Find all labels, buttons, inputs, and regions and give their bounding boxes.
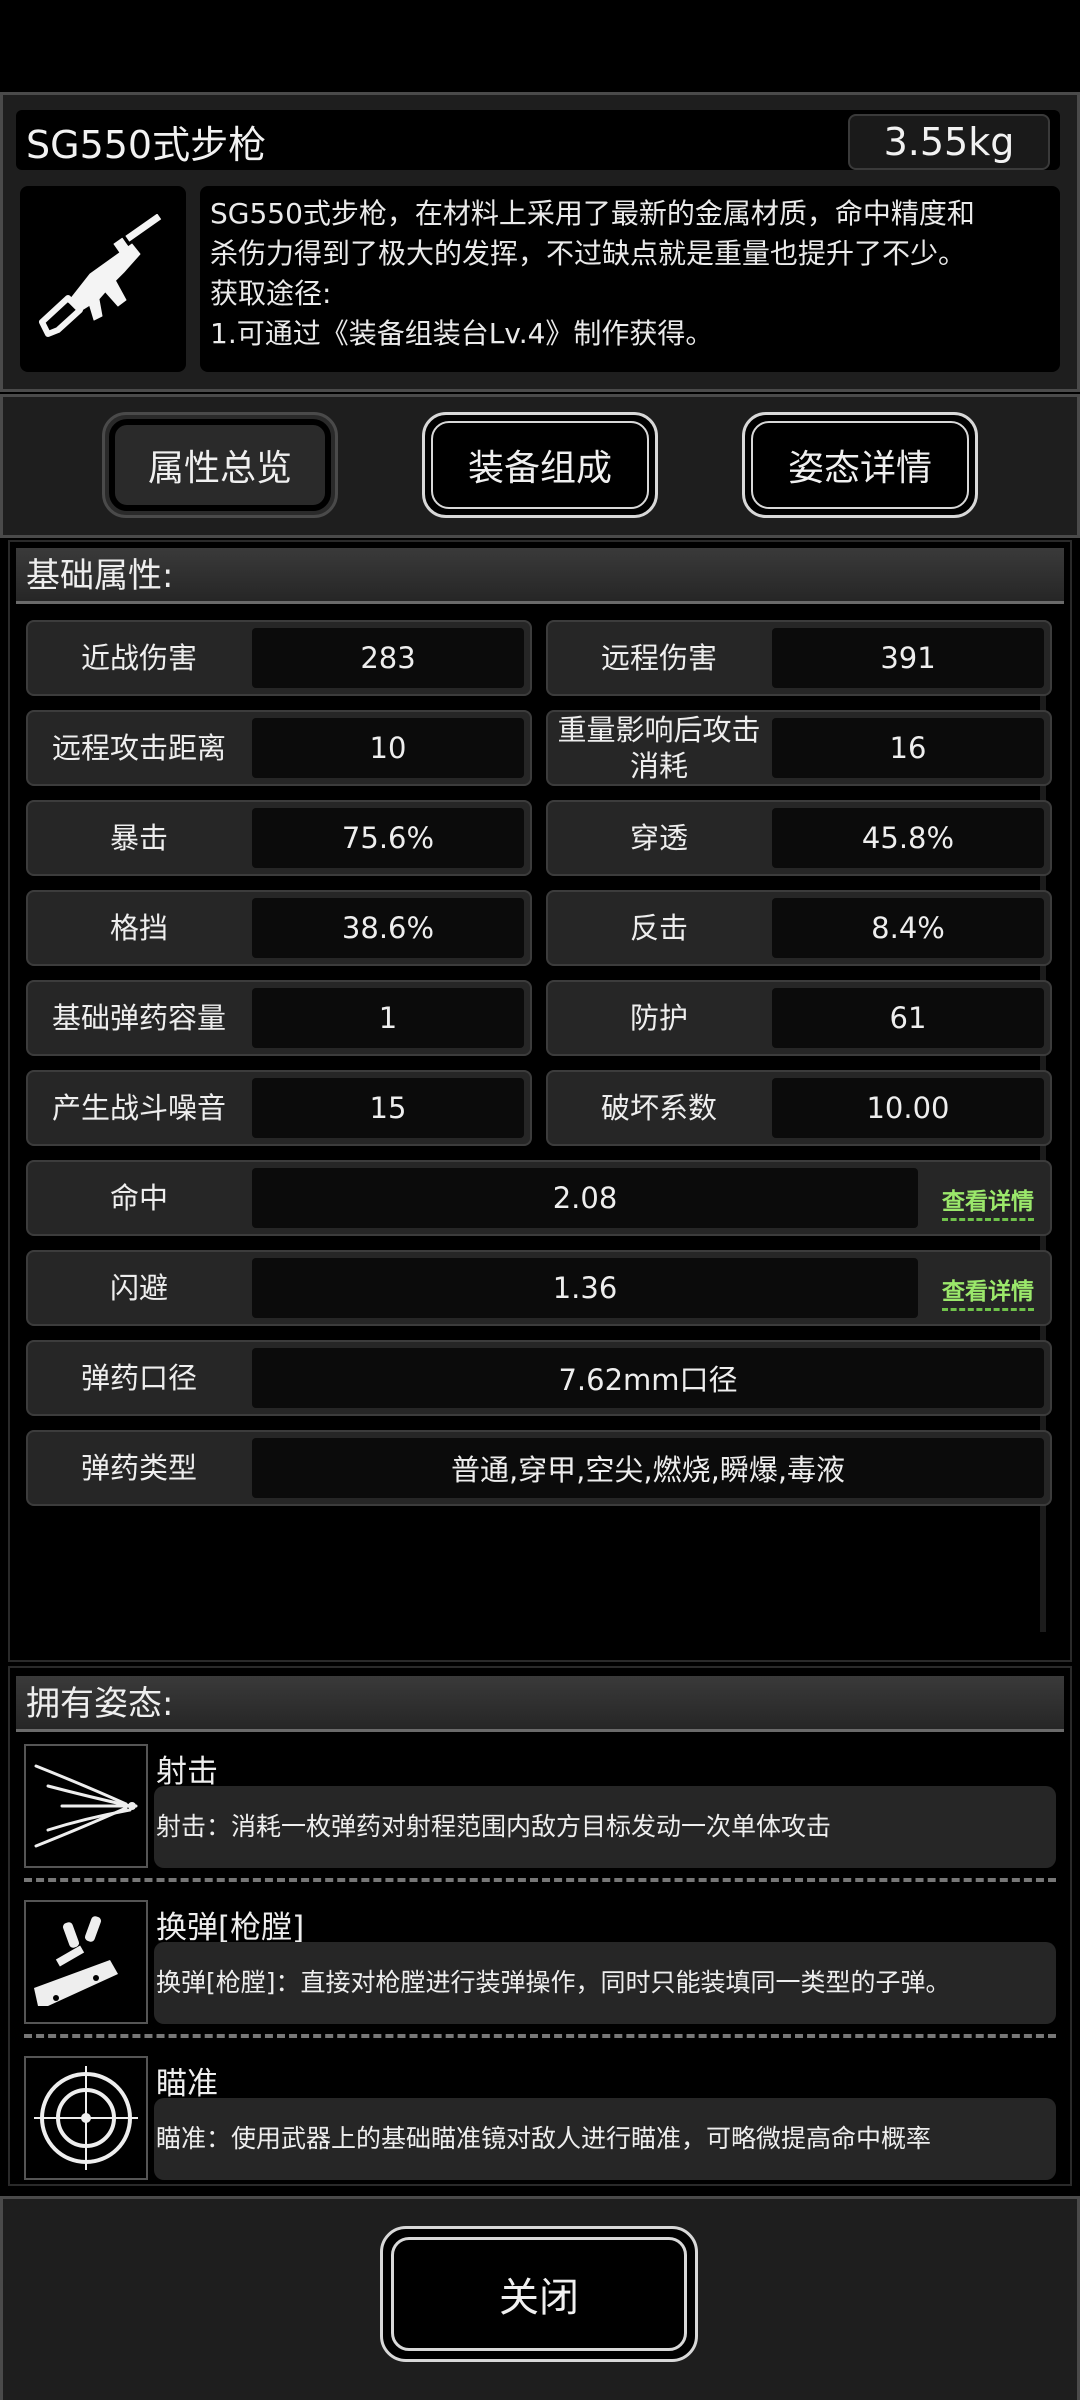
stat-value: 38.6% [252,898,524,958]
stance-name: 瞄准 [156,2066,218,2102]
stat-cell: 远程攻击距离 10 [26,710,532,786]
stance-description: 射击：消耗一枚弹药对射程范围内敌方目标发动一次单体攻击 [154,1786,1056,1868]
stat-cell: 远程伤害 391 [546,620,1052,696]
weapon-icon-box [20,186,186,372]
close-button[interactable]: 关闭 [380,2226,698,2362]
stat-label: 近战伤害 [80,641,197,675]
stance-description: 瞄准：使用武器上的基础瞄准镜对敌人进行瞄准，可略微提高命中概率 [154,2098,1056,2180]
stat-value: 61 [772,988,1044,1048]
crosshair-icon [34,2066,138,2170]
stat-value: 10.00 [772,1078,1044,1138]
description-line: SG550式步枪，在材料上采用了最新的金属材质，命中精度和 [210,197,975,230]
stat-dodge: 闪避 1.36 查看详情 [26,1250,1052,1326]
stat-ammo-caliber: 弹药口径 7.62mm口径 [26,1340,1052,1416]
stat-value: 1 [252,988,524,1048]
stat-label: 重量影响后攻击消耗 [557,713,761,783]
stat-ammo-type: 弹药类型 普通,穿甲,空尖,燃烧,瞬爆,毒液 [26,1430,1052,1506]
divider [24,1878,1056,1882]
stat-label: 破坏系数 [600,1091,717,1125]
stat-value: 2.08 [252,1168,918,1228]
stat-cell: 反击 8.4% [546,890,1052,966]
stat-value: 45.8% [772,808,1044,868]
stat-value: 7.62mm口径 [252,1348,1044,1408]
stat-cell: 防护 61 [546,980,1052,1056]
stat-cell: 基础弹药容量 1 [26,980,532,1056]
stat-label: 格挡 [109,911,168,945]
stat-label: 防护 [629,1001,688,1035]
stat-cell: 近战伤害 283 [26,620,532,696]
divider [24,2034,1056,2038]
stat-value: 391 [772,628,1044,688]
stance-icon-box [24,1744,148,1868]
stat-label: 远程攻击距离 [51,731,226,765]
stance-name: 换弹[枪膛] [156,1910,305,1946]
reload-icon [34,1916,118,2006]
stat-label: 闪避 [109,1271,168,1305]
stat-label: 暴击 [109,821,168,855]
stat-cell: 格挡 38.6% [26,890,532,966]
stat-label: 远程伤害 [600,641,717,675]
stance-description: 换弹[枪膛]：直接对枪膛进行装弹操作，同时只能装填同一类型的子弹。 [154,1942,1056,2024]
stat-cell: 产生战斗噪音 15 [26,1070,532,1146]
stat-cell: 穿透 45.8% [546,800,1052,876]
rifle-icon [39,214,162,337]
stat-value: 16 [772,718,1044,778]
description-line: 杀伤力得到了极大的发挥，不过缺点就是重量也提升了不少。 [210,237,967,270]
stat-value: 15 [252,1078,524,1138]
stances-header: 拥有姿态: [16,1676,1064,1732]
tab-attribute-overview[interactable]: 属性总览 [102,412,338,518]
tab-label: 姿态详情 [787,448,932,489]
tab-label: 装备组成 [467,448,612,489]
stat-label: 产生战斗噪音 [51,1091,226,1125]
basic-attributes-header: 基础属性: [16,548,1064,604]
stat-value: 75.6% [252,808,524,868]
description-line: 1.可通过《装备组装台Lv.4》制作获得。 [210,317,714,350]
dodge-details-link[interactable]: 查看详情 [942,1272,1034,1311]
stat-label: 穿透 [629,821,688,855]
weapon-weight: 3.55kg [848,114,1050,170]
tab-equipment-components[interactable]: 装备组成 [422,412,658,518]
stat-value: 8.4% [772,898,1044,958]
stat-label: 反击 [629,911,688,945]
stat-cell: 重量影响后攻击消耗 16 [546,710,1052,786]
stat-value: 283 [252,628,524,688]
tab-label: 属性总览 [147,448,292,489]
tab-stance-details[interactable]: 姿态详情 [742,412,978,518]
weapon-description: SG550式步枪，在材料上采用了最新的金属材质，命中精度和 杀伤力得到了极大的发… [200,186,1060,372]
stat-label: 基础弹药容量 [51,1001,226,1035]
stat-value: 10 [252,718,524,778]
stat-value: 1.36 [252,1258,918,1318]
stat-cell: 暴击 75.6% [26,800,532,876]
weapon-name: SG550式步枪 [26,123,267,167]
stat-cell: 破坏系数 10.00 [546,1070,1052,1146]
stat-label: 命中 [109,1181,168,1215]
hit-details-link[interactable]: 查看详情 [942,1182,1034,1221]
close-label: 关闭 [499,2275,579,2321]
description-line: 获取途径: [210,277,332,310]
stat-label: 弹药类型 [80,1451,197,1485]
stat-hit: 命中 2.08 查看详情 [26,1160,1052,1236]
stance-name: 射击 [156,1754,218,1790]
weapon-name-bar: SG550式步枪 3.55kg [16,110,1060,170]
shoot-icon [34,1764,138,1848]
stance-icon-box [24,1900,148,2024]
stance-icon-box [24,2056,148,2180]
stat-value: 普通,穿甲,空尖,燃烧,瞬爆,毒液 [252,1438,1044,1498]
stat-label: 弹药口径 [80,1361,197,1395]
